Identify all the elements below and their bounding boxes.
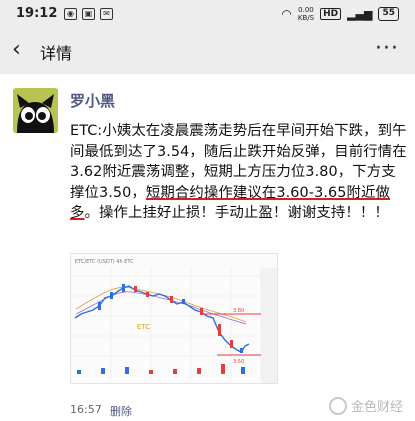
- watermark-text: 金色财经: [350, 400, 403, 415]
- status-right-group: ◠ 0.00 KB/S HD ▂▄▆ 55: [281, 6, 399, 22]
- hd-badge: HD: [320, 8, 342, 20]
- status-time: 19:12: [16, 6, 58, 21]
- watermark: 金色财经: [328, 396, 403, 415]
- app-notification-icon: ◉: [64, 8, 77, 20]
- kline-chart-image: ETC/ETC (USDT) 4h ETC 3.80 3.50 ETC: [71, 254, 277, 383]
- status-bar: 19:12 ◉ ▣ ✉ ◠ 0.00 KB/S HD ▂▄▆ 55: [0, 0, 415, 30]
- battery-indicator: 55: [378, 7, 399, 21]
- notification-icons: ◉ ▣ ✉: [64, 8, 113, 20]
- image-notification-icon: ▣: [82, 8, 95, 20]
- more-dots-icon[interactable]: ···: [375, 36, 399, 61]
- coin-watermark: ETC: [137, 323, 150, 331]
- cat-avatar-icon: [13, 88, 58, 133]
- thumb-header: ETC/ETC (USDT) 4h ETC: [75, 259, 134, 265]
- network-speed: 0.00 KB/S: [297, 6, 315, 22]
- moment-detail-screen: 19:12 ◉ ▣ ✉ ◠ 0.00 KB/S HD ▂▄▆ 55 ‹ 详情 ··…: [0, 0, 415, 421]
- avatar[interactable]: [13, 88, 58, 133]
- price-scale: [261, 268, 277, 383]
- post-text-end: 。操作上挂好止损！手动止盈！谢谢支持！！！: [84, 205, 389, 221]
- chart-thumbnail[interactable]: ETC/ETC (USDT) 4h ETC 3.80 3.50 ETC: [70, 253, 278, 384]
- jinse-logo-icon: [328, 396, 347, 415]
- moment-card: 罗小黑 ETC:小姨太在凌晨震荡走势后在早间开始下跌，到午间最低到达了3.54，…: [0, 74, 415, 421]
- mail-notification-icon: ✉: [100, 8, 113, 20]
- chevron-left-icon[interactable]: ‹: [12, 38, 34, 64]
- support-label: 3.50: [233, 359, 244, 365]
- post-text: ETC:小姨太在凌晨震荡走势后在早间开始下跌，到午间最低到达了3.54，随后止跌…: [70, 121, 408, 224]
- signal-icon: ▂▄▆: [347, 7, 373, 21]
- delete-button[interactable]: 删除: [110, 403, 132, 419]
- post-time: 16:57: [70, 403, 102, 416]
- author-name[interactable]: 罗小黑: [70, 90, 115, 111]
- page-title: 详情: [40, 44, 73, 63]
- wifi-icon: ◠: [281, 7, 292, 21]
- resistance-label: 3.80: [233, 308, 244, 314]
- navigation-bar: ‹ 详情 ···: [0, 30, 415, 74]
